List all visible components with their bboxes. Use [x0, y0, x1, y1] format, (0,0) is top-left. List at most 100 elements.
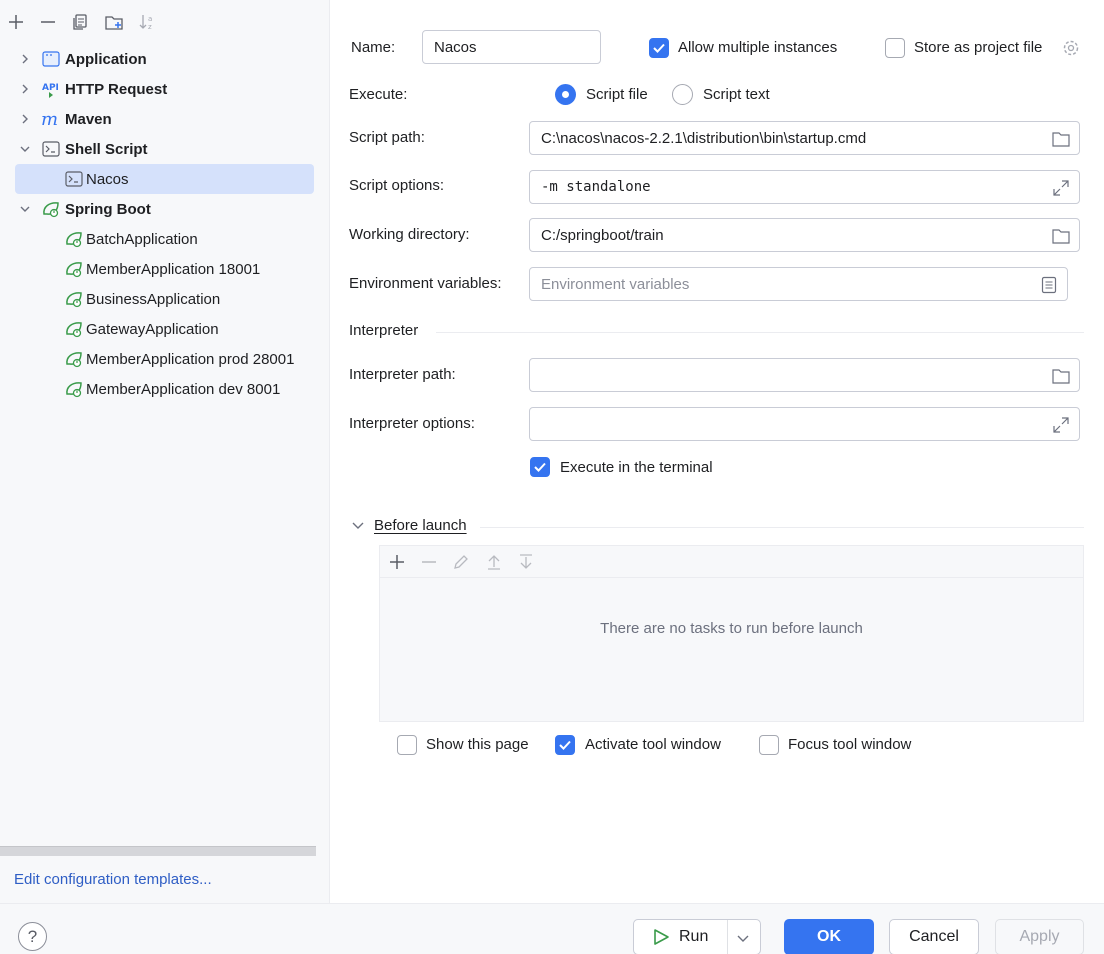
script-file-radio[interactable] — [555, 84, 576, 105]
show-page-label: Show this page — [426, 736, 529, 753]
interpreter-options-label: Interpreter options: — [349, 415, 475, 432]
expand-icon[interactable] — [1052, 179, 1070, 197]
activate-tool-checkbox[interactable] — [555, 735, 575, 755]
tree-item-spring-app[interactable]: BusinessApplication — [0, 284, 330, 314]
application-icon — [41, 49, 61, 69]
execute-terminal-checkbox[interactable] — [530, 457, 550, 477]
script-text-radio[interactable] — [672, 84, 693, 105]
edit-templates-link[interactable]: Edit configuration templates... — [14, 871, 212, 888]
svg-text:a: a — [148, 15, 152, 23]
tree-item-label: MemberApplication dev 8001 — [86, 380, 281, 398]
tree-item-nacos[interactable]: Nacos — [0, 164, 330, 194]
tree-item-spring-app[interactable]: MemberApplication prod 28001 — [0, 344, 330, 374]
move-down-icon[interactable] — [514, 550, 538, 574]
maven-icon: m — [41, 109, 61, 129]
folder-icon[interactable] — [1052, 367, 1070, 385]
chevron-down-icon[interactable] — [737, 931, 751, 945]
script-options-value: -m standalone — [541, 179, 651, 195]
tree-item-label: MemberApplication 18001 — [86, 260, 261, 278]
tree-item-http-request[interactable]: API HTTP Request — [0, 74, 330, 104]
tree-item-spring-boot[interactable]: Spring Boot — [0, 194, 330, 224]
copy-icon[interactable] — [68, 10, 92, 34]
env-vars-field[interactable]: Environment variables — [529, 267, 1068, 301]
chevron-right-icon[interactable] — [18, 52, 32, 66]
allow-multiple-checkbox[interactable] — [649, 38, 669, 58]
gear-icon[interactable] — [1061, 38, 1081, 58]
horizontal-scrollbar[interactable] — [0, 846, 316, 856]
svg-text:m: m — [41, 110, 58, 128]
section-divider — [480, 527, 1084, 528]
api-icon: API — [41, 79, 61, 99]
checkmark-icon — [653, 43, 665, 53]
checkmark-icon — [534, 462, 546, 472]
chevron-down-icon[interactable] — [352, 519, 366, 533]
chevron-right-icon[interactable] — [18, 82, 32, 96]
interpreter-path-field[interactable] — [529, 358, 1080, 392]
spring-boot-icon — [64, 259, 84, 279]
run-icon — [652, 928, 670, 946]
new-folder-icon[interactable] — [102, 10, 126, 34]
script-options-field[interactable]: -m standalone — [529, 170, 1080, 204]
add-icon[interactable] — [385, 550, 409, 574]
tree-item-label: Maven — [65, 110, 112, 128]
folder-icon[interactable] — [1052, 130, 1070, 148]
execute-label: Execute: — [349, 86, 408, 103]
remove-icon[interactable] — [417, 550, 441, 574]
script-text-label: Script text — [703, 86, 770, 103]
add-icon[interactable] — [4, 10, 28, 34]
tree-item-label: BatchApplication — [86, 230, 198, 248]
tree-item-label: Application — [65, 50, 147, 68]
interpreter-path-label: Interpreter path: — [349, 366, 456, 383]
tree-item-shell-script[interactable]: Shell Script — [0, 134, 330, 164]
edit-icon[interactable] — [449, 550, 473, 574]
run-label: Run — [679, 928, 709, 945]
expand-icon[interactable] — [1052, 416, 1070, 434]
store-project-checkbox[interactable] — [885, 38, 905, 58]
shell-script-icon — [64, 169, 84, 189]
tree-item-label: HTTP Request — [65, 80, 168, 98]
interpreter-section-title: Interpreter — [349, 322, 419, 339]
spring-boot-icon — [41, 199, 61, 219]
tree-item-label: Spring Boot — [65, 200, 151, 218]
chevron-right-icon[interactable] — [18, 112, 32, 126]
run-button[interactable]: Run — [633, 919, 761, 954]
interpreter-options-field[interactable] — [529, 407, 1080, 441]
tree-item-label: MemberApplication prod 28001 — [86, 350, 295, 368]
spring-boot-icon — [64, 379, 84, 399]
tree-item-spring-app[interactable]: GatewayApplication — [0, 314, 330, 344]
ok-button[interactable]: OK — [784, 919, 874, 954]
env-vars-label: Environment variables: — [349, 275, 502, 292]
folder-icon[interactable] — [1052, 227, 1070, 245]
tree-item-application[interactable]: Application — [0, 44, 330, 74]
apply-button[interactable]: Apply — [995, 919, 1084, 954]
move-up-icon[interactable] — [482, 550, 506, 574]
name-label: Name: — [351, 39, 396, 56]
sort-icon[interactable]: az — [135, 10, 159, 34]
before-launch-tasks-panel: There are no tasks to run before launch — [379, 545, 1084, 722]
split-divider — [727, 920, 728, 954]
list-icon[interactable] — [1040, 276, 1058, 294]
tree-item-maven[interactable]: m Maven — [0, 104, 330, 134]
chevron-down-icon[interactable] — [18, 142, 32, 156]
working-dir-value: C:/springboot/train — [541, 226, 664, 244]
before-launch-title[interactable]: Before launch — [374, 517, 467, 534]
script-path-field[interactable]: C:\nacos\nacos-2.2.1\distribution\bin\st… — [529, 121, 1080, 155]
activate-tool-label: Activate tool window — [585, 736, 721, 753]
store-project-label: Store as project file — [914, 39, 1043, 56]
tree-item-spring-app[interactable]: BatchApplication — [0, 224, 330, 254]
show-page-checkbox[interactable] — [397, 735, 417, 755]
working-dir-label: Working directory: — [349, 226, 470, 243]
remove-icon[interactable] — [36, 10, 60, 34]
working-dir-field[interactable]: C:/springboot/train — [529, 218, 1080, 252]
spring-boot-icon — [64, 349, 84, 369]
tree-item-spring-app[interactable]: MemberApplication dev 8001 — [0, 374, 330, 404]
tree-item-spring-app[interactable]: MemberApplication 18001 — [0, 254, 330, 284]
help-button[interactable]: ? — [18, 922, 47, 951]
section-divider — [436, 332, 1084, 333]
chevron-down-icon[interactable] — [18, 202, 32, 216]
tasks-toolbar — [380, 546, 1083, 578]
shell-script-icon — [41, 139, 61, 159]
name-field[interactable]: Nacos — [422, 30, 601, 64]
focus-tool-checkbox[interactable] — [759, 735, 779, 755]
cancel-button[interactable]: Cancel — [889, 919, 979, 954]
